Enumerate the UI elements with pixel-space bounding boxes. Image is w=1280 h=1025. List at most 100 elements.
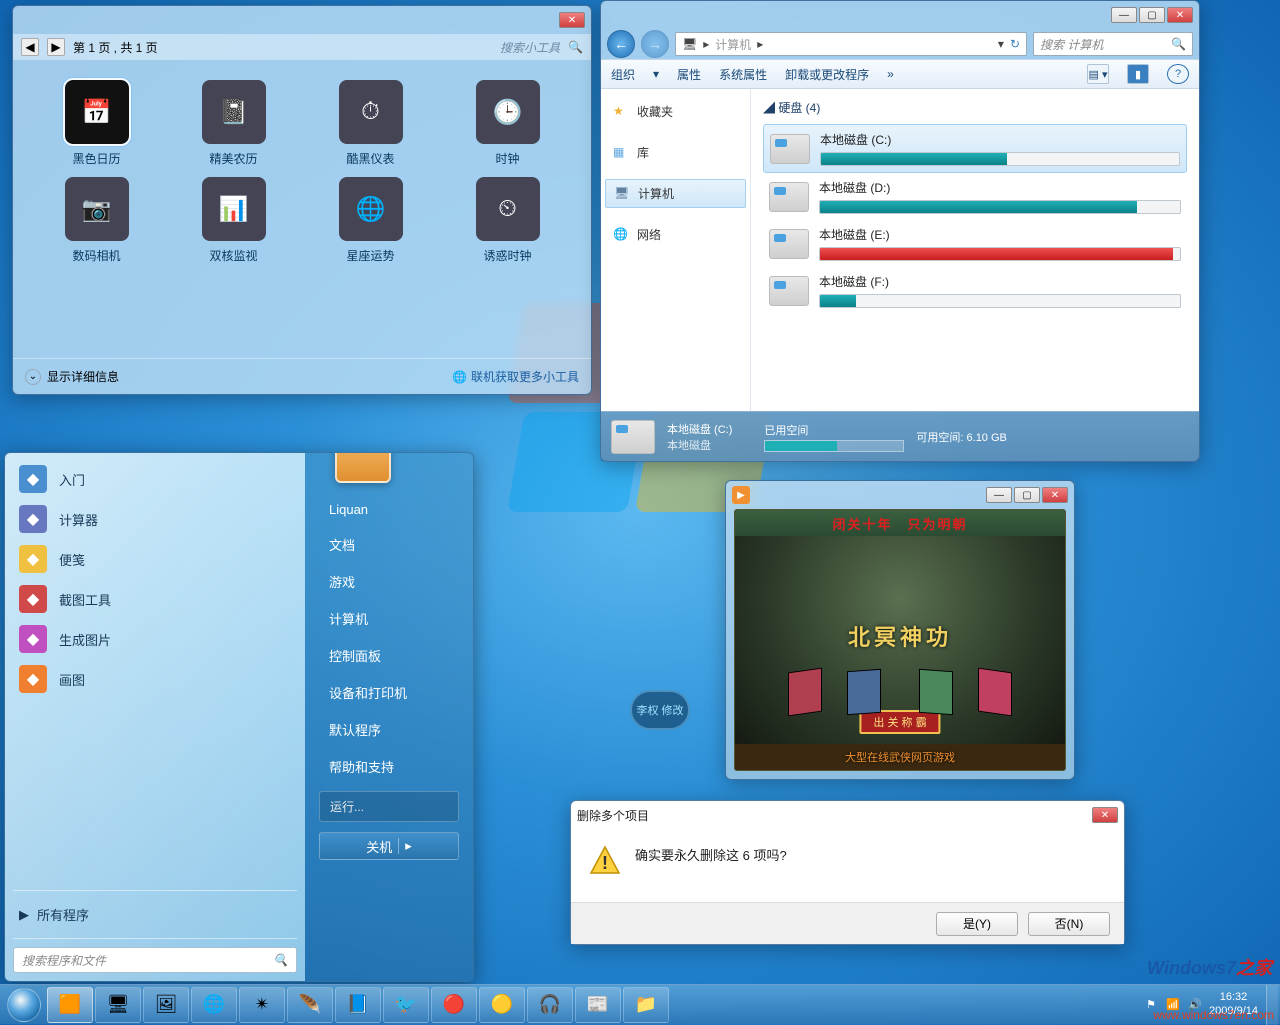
chevron-down-icon[interactable]: ▾ [998, 37, 1004, 51]
dialog-titlebar[interactable]: 删除多个项目 ✕ [571, 801, 1124, 829]
gadgets-search-placeholder[interactable]: 搜索小工具 [500, 39, 560, 56]
toolbar-properties[interactable]: 属性 [677, 66, 701, 83]
search-icon[interactable]: 🔍 [568, 40, 583, 54]
taskbar-item-mediaplayer[interactable]: 🟧 [47, 987, 93, 1023]
toolbar-uninstall[interactable]: 卸载或更改程序 [785, 66, 869, 83]
start-right-item-5[interactable]: 设备和打印机 [319, 674, 459, 711]
digital-icon: ⏲ [476, 177, 540, 241]
run-input[interactable]: 运行... [319, 791, 459, 822]
drive-usage-bar [820, 152, 1180, 166]
calendar-alt-icon: 📓 [202, 80, 266, 144]
breadcrumb[interactable]: 🖥 ▸ 计算机 ▸ ▾ ↻ [675, 32, 1027, 56]
taskbar-item-app1[interactable]: ✴ [239, 987, 285, 1023]
start-right-item-6[interactable]: 默认程序 [319, 711, 459, 748]
taskbar-item-desktop[interactable]: 🖼 [143, 987, 189, 1023]
explorer-titlebar[interactable]: — ▢ ✕ [601, 1, 1199, 29]
taskbar-item-app7[interactable]: 🎧 [527, 987, 573, 1023]
prev-page-button[interactable]: ◀ [21, 38, 39, 56]
close-icon[interactable]: ✕ [1042, 487, 1068, 503]
start-button[interactable] [2, 985, 46, 1025]
pinned-item-2[interactable]: ◆便笺 [9, 539, 301, 579]
gadgets-titlebar[interactable]: ✕ [13, 6, 591, 34]
gadget-item-5[interactable]: 📊双核监视 [180, 177, 287, 264]
user-avatar[interactable] [335, 452, 391, 483]
preview-pane-button[interactable]: ▮ [1127, 64, 1149, 84]
pinned-item-3[interactable]: ◆截图工具 [9, 579, 301, 619]
forward-button[interactable]: → [641, 30, 669, 58]
close-icon[interactable]: ✕ [1167, 7, 1193, 23]
play-icon[interactable]: ▶ [732, 486, 750, 504]
drive-item-0[interactable]: 本地磁盘 (C:) [763, 124, 1187, 173]
drive-item-3[interactable]: 本地磁盘 (F:) [763, 267, 1187, 314]
gadget-item-3[interactable]: 🕒时钟 [454, 80, 561, 167]
pinned-item-1[interactable]: ◆计算器 [9, 499, 301, 539]
view-button[interactable]: ▤ ▾ [1087, 64, 1109, 84]
taskbar-item-explorer[interactable]: 🖥 [95, 987, 141, 1023]
minimize-icon[interactable]: — [1111, 7, 1137, 23]
close-icon[interactable]: ✕ [559, 12, 585, 28]
nav-item-library[interactable]: ▦库 [601, 138, 750, 167]
drive-label: 本地磁盘 (F:) [819, 273, 1181, 290]
get-more-gadgets-link[interactable]: 🌐 联机获取更多小工具 [452, 368, 579, 385]
taskbar-item-app6[interactable]: 🟡 [479, 987, 525, 1023]
explorer-window: — ▢ ✕ ← → 🖥 ▸ 计算机 ▸ ▾ ↻ 搜索 计算机 🔍 组织 ▾ 属性… [600, 0, 1200, 462]
gadget-label: 时钟 [495, 150, 519, 167]
start-right-item-3[interactable]: 计算机 [319, 600, 459, 637]
gadget-item-4[interactable]: 📷数码相机 [43, 177, 150, 264]
explorer-search-input[interactable]: 搜索 计算机 🔍 [1033, 32, 1193, 56]
watermark: Windows7之家 [1147, 954, 1272, 980]
minimize-icon[interactable]: — [986, 487, 1012, 503]
start-right-item-0[interactable]: Liquan [319, 493, 459, 526]
nav-item-network[interactable]: 🌐网络 [601, 220, 750, 249]
drive-usage-bar [819, 247, 1181, 261]
start-right-item-2[interactable]: 游戏 [319, 563, 459, 600]
taskbar-item-app8[interactable]: 📰 [575, 987, 621, 1023]
drive-item-2[interactable]: 本地磁盘 (E:) [763, 220, 1187, 267]
start-right-item-7[interactable]: 帮助和支持 [319, 748, 459, 785]
media-titlebar[interactable]: ▶ — ▢ ✕ [726, 481, 1074, 509]
show-details-link[interactable]: 显示详细信息 [47, 368, 119, 385]
game-banner: 闭关十年 只为明朝 [735, 510, 1065, 536]
taskbar-item-app4[interactable]: 🐦 [383, 987, 429, 1023]
maximize-icon[interactable]: ▢ [1139, 7, 1165, 23]
toolbar-organize[interactable]: 组织 [611, 66, 635, 83]
toolbar-system-properties[interactable]: 系统属性 [719, 66, 767, 83]
taskbar-item-browser[interactable]: 🌐 [191, 987, 237, 1023]
taskbar-item-app3[interactable]: 📘 [335, 987, 381, 1023]
start-search-input[interactable]: 搜索程序和文件 🔍 [13, 947, 297, 973]
pinned-item-0[interactable]: ◆入门 [9, 459, 301, 499]
help-icon[interactable]: ? [1167, 64, 1189, 84]
start-right-item-1[interactable]: 文档 [319, 526, 459, 563]
taskbar-item-folder[interactable]: 📁 [623, 987, 669, 1023]
maximize-icon[interactable]: ▢ [1014, 487, 1040, 503]
media-player-window: ▶ — ▢ ✕ 闭关十年 只为明朝 北冥神功 出 关 称 霸 大型在线武侠网页游… [725, 480, 1075, 780]
gadget-item-7[interactable]: ⏲诱惑时钟 [454, 177, 561, 264]
yes-button[interactable]: 是(Y) [936, 912, 1018, 936]
network-icon: 🌐 [613, 227, 629, 243]
start-right-item-4[interactable]: 控制面板 [319, 637, 459, 674]
all-programs-button[interactable]: ▶ 所有程序 [5, 895, 305, 934]
next-page-button[interactable]: ▶ [47, 38, 65, 56]
nav-item-computer[interactable]: 🖥计算机 [605, 179, 746, 208]
gadget-item-1[interactable]: 📓精美农历 [180, 80, 287, 167]
app-icon: ◆ [19, 625, 47, 653]
taskbar-item-app2[interactable]: 🪶 [287, 987, 333, 1023]
no-button[interactable]: 否(N) [1028, 912, 1110, 936]
media-viewport[interactable]: 闭关十年 只为明朝 北冥神功 出 关 称 霸 大型在线武侠网页游戏 [734, 509, 1066, 771]
gadget-item-2[interactable]: ⏱酷黑仪表 [317, 80, 424, 167]
nav-item-star[interactable]: ★收藏夹 [601, 97, 750, 126]
gadget-item-0[interactable]: 📅黑色日历 [43, 80, 150, 167]
pinned-item-4[interactable]: ◆生成图片 [9, 619, 301, 659]
delete-dialog: 删除多个项目 ✕ ! 确实要永久删除这 6 项吗? 是(Y) 否(N) [570, 800, 1125, 945]
drive-item-1[interactable]: 本地磁盘 (D:) [763, 173, 1187, 220]
back-button[interactable]: ← [607, 30, 635, 58]
chevron-down-icon[interactable]: ⌄ [25, 369, 41, 385]
pinned-item-5[interactable]: ◆画图 [9, 659, 301, 699]
shutdown-button[interactable]: 关机▸ [319, 832, 459, 860]
drives-section-header[interactable]: ◢ 硬盘 (4) [763, 95, 1187, 124]
taskbar-item-app5[interactable]: 🔴 [431, 987, 477, 1023]
close-icon[interactable]: ✕ [1092, 807, 1118, 823]
game-cta-button[interactable]: 出 关 称 霸 [859, 710, 940, 734]
gadget-item-6[interactable]: 🌐星座运势 [317, 177, 424, 264]
refresh-icon[interactable]: ↻ [1010, 37, 1020, 51]
